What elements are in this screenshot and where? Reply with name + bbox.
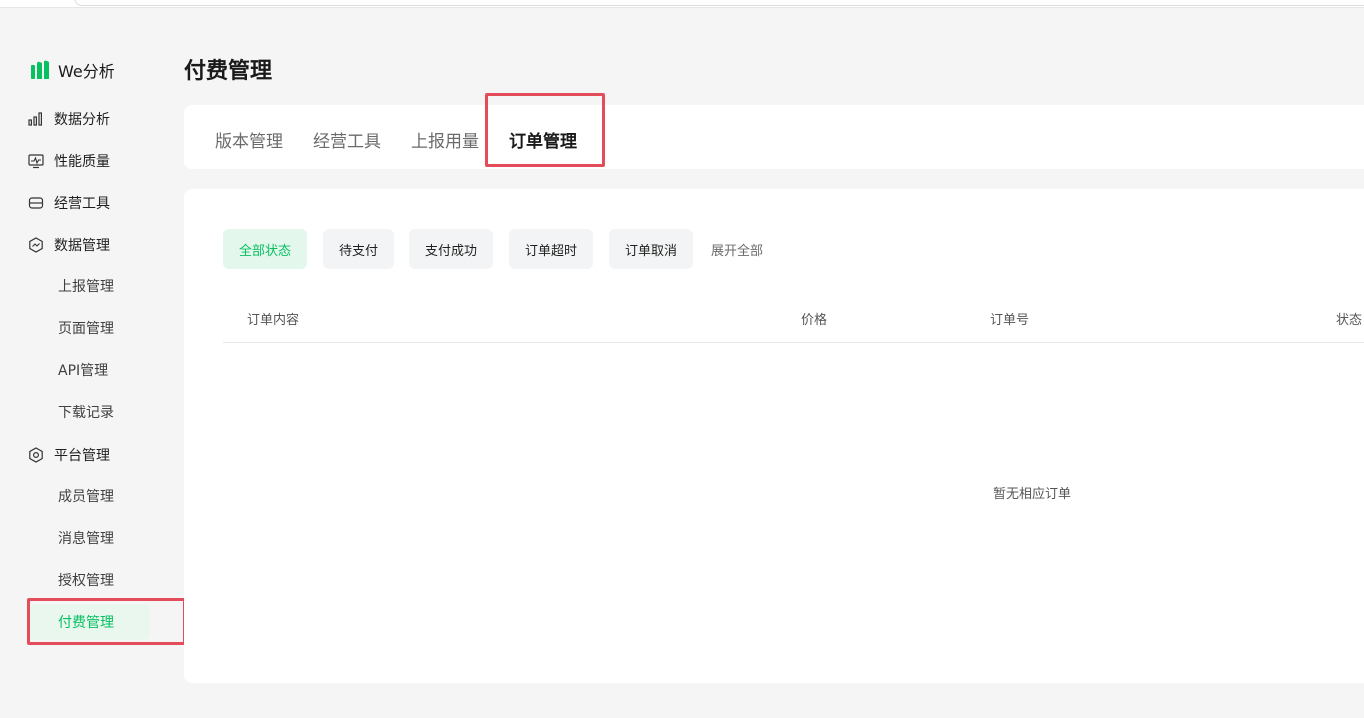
bar-chart-icon: [28, 112, 43, 126]
sidebar-item-label: 下载记录: [58, 405, 114, 421]
sidebar-item-label: 授权管理: [58, 573, 114, 589]
filter-all-status[interactable]: 全部状态: [223, 229, 308, 269]
sidebar-item-message-management[interactable]: 消息管理: [28, 520, 150, 556]
order-panel: 全部状态 待支付 支付成功 订单超时 订单取消 展开全部 订单内容 价格 订单号…: [184, 189, 1364, 683]
sidebar-item-api-management[interactable]: API管理: [28, 352, 150, 388]
sidebar-item-data-analysis[interactable]: 数据分析: [28, 101, 158, 137]
app-logo[interactable]: We分析: [30, 58, 115, 82]
sidebar-item-label: API管理: [58, 363, 109, 379]
sidebar-item-member-management[interactable]: 成员管理: [28, 478, 150, 514]
hexagon-chart-icon: [29, 237, 43, 253]
sidebar-item-performance[interactable]: 性能质量: [28, 143, 158, 179]
logo-text: We分析: [58, 62, 115, 81]
sidebar-item-download-records[interactable]: 下载记录: [28, 394, 150, 430]
column-header-price: 价格: [801, 313, 828, 328]
sidebar-item-label: 成员管理: [58, 489, 114, 505]
monitor-icon: [28, 154, 44, 169]
filter-pending-payment[interactable]: 待支付: [323, 229, 395, 269]
filter-order-timeout[interactable]: 订单超时: [509, 229, 594, 269]
empty-state-text: 暂无相应订单: [993, 487, 1072, 502]
sidebar-item-label: 数据管理: [54, 238, 110, 254]
tab-order-management[interactable]: 订单管理: [509, 127, 577, 152]
sidebar-item-platform-management[interactable]: 平台管理: [28, 437, 158, 473]
sidebar-item-label: 上报管理: [58, 279, 114, 295]
sidebar-item-label: 性能质量: [54, 154, 110, 170]
sidebar-item-authorization-management[interactable]: 授权管理: [28, 562, 150, 598]
sidebar-item-label: 经营工具: [54, 196, 110, 212]
sidebar-item-label: 平台管理: [54, 448, 110, 464]
we-analytics-logo-icon: [31, 60, 49, 79]
sidebar-item-report-management[interactable]: 上报管理: [28, 268, 150, 304]
sidebar-item-payment-management[interactable]: 付费管理: [28, 604, 150, 640]
address-bar[interactable]: [74, 0, 1364, 6]
column-header-status: 状态: [1336, 313, 1363, 328]
sidebar-item-label: 付费管理: [58, 615, 114, 631]
sidebar-item-page-management[interactable]: 页面管理: [28, 310, 150, 346]
filter-payment-success[interactable]: 支付成功: [409, 229, 494, 269]
tabs-bar: 版本管理 经营工具 上报用量 订单管理: [184, 105, 1364, 169]
sidebar-item-label: 数据分析: [54, 112, 110, 128]
browser-top-bar: [0, 0, 1364, 8]
sidebar-item-business-tools[interactable]: 经营工具: [28, 185, 158, 221]
tab-version-management[interactable]: 版本管理: [215, 127, 283, 152]
sidebar-item-label: 消息管理: [58, 531, 114, 547]
sidebar-item-data-management[interactable]: 数据管理: [28, 227, 158, 263]
settings-hex-icon: [29, 447, 43, 463]
column-header-order-number: 订单号: [990, 313, 1030, 328]
store-icon: [28, 197, 44, 209]
filter-order-cancelled[interactable]: 订单取消: [609, 229, 694, 269]
column-header-order-content: 订单内容: [247, 313, 300, 328]
tab-business-tools[interactable]: 经营工具: [313, 127, 381, 152]
tab-report-usage[interactable]: 上报用量: [411, 127, 479, 152]
sidebar-item-label: 页面管理: [58, 321, 114, 337]
table-header: 订单内容 价格 订单号 状态: [223, 301, 1364, 343]
expand-all-link[interactable]: 展开全部: [711, 240, 763, 259]
page-title: 付费管理: [184, 59, 273, 84]
